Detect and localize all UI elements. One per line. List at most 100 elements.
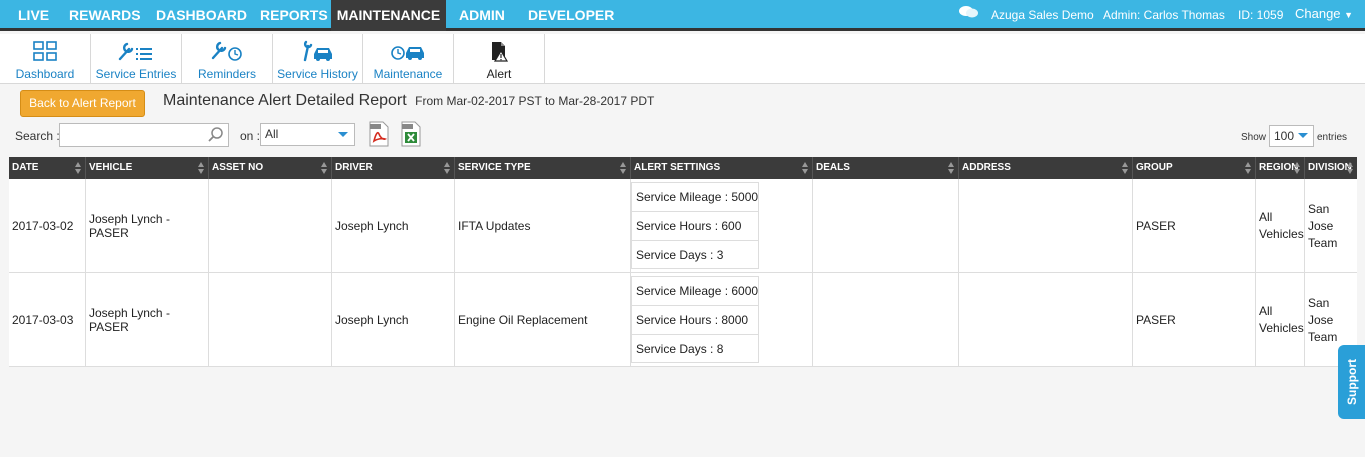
- chevron-down-icon: [338, 132, 348, 137]
- maintenance-subnav: Dashboard Service Entries Reminders Serv…: [0, 34, 1365, 84]
- back-to-alert-report-button[interactable]: Back to Alert Report: [20, 90, 145, 117]
- column-header-vehicle[interactable]: VEHICLE: [86, 157, 209, 179]
- table-row: 2017-03-03 Joseph Lynch - PASER Joseph L…: [9, 273, 1357, 367]
- search-input[interactable]: [59, 123, 229, 147]
- tab-service-history[interactable]: Service History: [273, 34, 363, 84]
- region-line: Vehicles: [1259, 227, 1304, 241]
- search-icon[interactable]: [207, 126, 225, 149]
- cell-alert-settings: Service Mileage : 6000 Service Hours : 8…: [631, 273, 813, 367]
- tab-label: Reminders: [197, 67, 257, 81]
- tab-label: Service Entries: [95, 67, 177, 81]
- division-line: San Jose: [1308, 295, 1334, 327]
- sort-icon: [802, 162, 809, 174]
- cell-deals: [813, 179, 959, 273]
- division-line: Team: [1308, 235, 1338, 250]
- on-label: on :: [240, 129, 261, 143]
- cell-service-type: IFTA Updates: [455, 179, 631, 273]
- cell-group: PASER: [1133, 273, 1256, 367]
- alert-document-icon: [454, 40, 544, 62]
- nav-rewards[interactable]: REWARDS: [56, 0, 154, 31]
- sort-icon: [321, 162, 328, 174]
- entries-label: entries: [1317, 132, 1348, 143]
- nav-reports[interactable]: REPORTS: [247, 0, 341, 31]
- account-id: ID: 1059: [1238, 8, 1284, 22]
- cell-division: San Jose Team: [1305, 179, 1357, 273]
- wrench-clock-icon: [182, 40, 272, 62]
- search-column-select[interactable]: All: [260, 123, 355, 146]
- cell-alert-settings: Service Mileage : 5000 Service Hours : 6…: [631, 179, 813, 273]
- column-header-deals[interactable]: DEALS: [813, 157, 959, 179]
- admin-name: Admin: Carlos Thomas: [1103, 8, 1225, 22]
- tab-label: Service History: [277, 67, 358, 81]
- sort-icon: [948, 162, 955, 174]
- column-header-group[interactable]: GROUP: [1133, 157, 1256, 179]
- search-label: Search :: [15, 129, 60, 143]
- nav-maintenance[interactable]: MAINTENANCE: [331, 0, 446, 31]
- header-label: ASSET NO: [212, 162, 264, 173]
- column-header-region[interactable]: REGION: [1256, 157, 1305, 179]
- search-column-value: All: [265, 127, 279, 141]
- tab-maintenance[interactable]: Maintenance: [363, 34, 454, 84]
- clock-car-icon: [363, 40, 453, 62]
- header-label: ADDRESS: [962, 162, 1011, 173]
- dashboard-grid-icon: [0, 40, 90, 62]
- cell-vehicle: Joseph Lynch - PASER: [86, 273, 209, 367]
- region-line: All: [1259, 304, 1273, 318]
- cell-vehicle: Joseph Lynch - PASER: [86, 179, 209, 273]
- tab-service-entries[interactable]: Service Entries: [91, 34, 182, 84]
- division-line: Team: [1308, 329, 1338, 344]
- cell-date: 2017-03-02: [9, 179, 86, 273]
- sort-icon: [620, 162, 627, 174]
- tab-label: Maintenance: [373, 67, 443, 81]
- entries-per-page-select[interactable]: 100: [1269, 125, 1314, 147]
- sort-icon: [198, 162, 205, 174]
- header-label: DEALS: [816, 162, 850, 173]
- header-label: SERVICE TYPE: [458, 162, 531, 173]
- tab-alert[interactable]: Alert: [454, 34, 545, 84]
- nav-dashboard[interactable]: DASHBOARD: [143, 0, 260, 31]
- column-header-driver[interactable]: DRIVER: [332, 157, 455, 179]
- column-header-address[interactable]: ADDRESS: [959, 157, 1133, 179]
- excel-export-icon[interactable]: [400, 121, 422, 152]
- division-line: San Jose: [1308, 201, 1334, 233]
- column-header-asset-no[interactable]: ASSET NO: [209, 157, 332, 179]
- support-label: Support: [1344, 359, 1359, 405]
- cell-driver: Joseph Lynch: [332, 179, 455, 273]
- alert-setting-days: Service Days : 8: [636, 342, 724, 356]
- alert-setting-hours: Service Hours : 8000: [632, 306, 758, 335]
- chevron-down-icon: ▼: [1344, 10, 1354, 20]
- header-label: DRIVER: [335, 162, 373, 173]
- region-line: All: [1259, 210, 1273, 224]
- change-label: Change: [1295, 6, 1341, 21]
- cell-address: [959, 273, 1133, 367]
- chat-icon[interactable]: [958, 1, 980, 32]
- header-label: DATE: [12, 162, 39, 173]
- header-label: GROUP: [1136, 162, 1173, 173]
- sort-icon: [1347, 162, 1354, 174]
- alert-settings-list: Service Mileage : 6000 Service Hours : 8…: [631, 276, 759, 363]
- pdf-export-icon[interactable]: [368, 121, 390, 152]
- header-label: DIVISION: [1308, 162, 1352, 173]
- sort-icon: [444, 162, 451, 174]
- cell-deals: [813, 273, 959, 367]
- nav-live[interactable]: LIVE: [5, 0, 62, 31]
- header-label: VEHICLE: [89, 162, 133, 173]
- change-account-button[interactable]: Change ▼: [1295, 0, 1353, 29]
- cell-asset-no: [209, 179, 332, 273]
- support-tab[interactable]: Support: [1338, 345, 1365, 419]
- tab-dashboard[interactable]: Dashboard: [0, 34, 91, 84]
- nav-admin[interactable]: ADMIN: [446, 0, 518, 31]
- nav-developer[interactable]: DEVELOPER: [515, 0, 627, 31]
- tab-label: Dashboard: [15, 67, 75, 81]
- sort-icon: [1122, 162, 1129, 174]
- column-header-service-type[interactable]: SERVICE TYPE: [455, 157, 631, 179]
- chevron-down-icon: [1298, 133, 1308, 138]
- header-label: ALERT SETTINGS: [634, 162, 721, 173]
- column-header-date[interactable]: DATE: [9, 157, 86, 179]
- cell-address: [959, 179, 1133, 273]
- tab-reminders[interactable]: Reminders: [182, 34, 273, 84]
- report-title: Maintenance Alert Detailed Report From M…: [163, 92, 654, 110]
- cell-driver: Joseph Lynch: [332, 273, 455, 367]
- column-header-division[interactable]: DIVISION: [1305, 157, 1357, 179]
- column-header-alert-settings[interactable]: ALERT SETTINGS: [631, 157, 813, 179]
